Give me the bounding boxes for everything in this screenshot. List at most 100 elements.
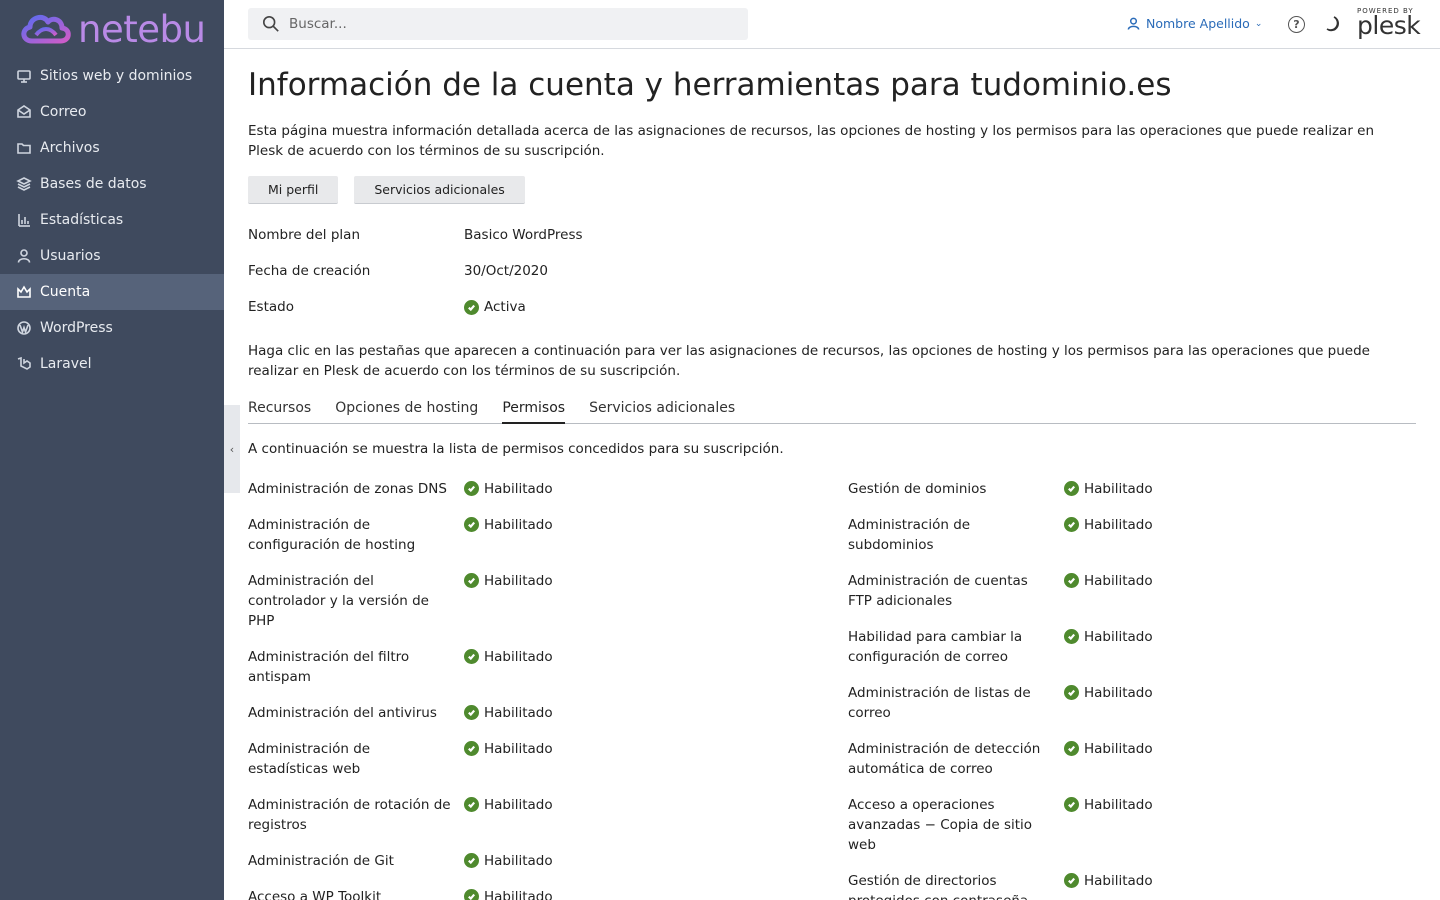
permission-label: Administración del antivirus [248, 705, 437, 721]
sidebar-item-sitios-web-y-dominios[interactable]: Sitios web y dominios [0, 58, 224, 94]
sidebar-collapse-button[interactable]: ‹ [224, 405, 240, 493]
sidebar-item-archivos[interactable]: Archivos [0, 130, 224, 166]
moon-icon[interactable] [1323, 15, 1341, 33]
main-content: Información de la cuenta y herramientas … [248, 49, 1416, 900]
permission-label: Administración de zonas DNS [248, 481, 447, 497]
permission-label: Administración de Git [248, 853, 394, 869]
brand-logo[interactable]: netebu [0, 0, 224, 58]
my-profile-button[interactable]: Mi perfil [248, 176, 339, 204]
sidebar-item-laravel[interactable]: Laravel [0, 346, 224, 382]
permission-value: Habilitado [464, 479, 553, 499]
permission-row: Gestión de directorios protegidos con co… [848, 871, 1408, 900]
search-box[interactable] [248, 8, 748, 40]
permission-status: Habilitado [484, 741, 553, 757]
permissions-intro: A continuación se muestra la lista de pe… [248, 441, 784, 457]
plesk-logo: POWERED BY plesk [1357, 7, 1421, 40]
tabs-intro: Haga clic en las pestañas que aparecen a… [248, 343, 1370, 379]
permission-label: Administración de subdominios [848, 517, 971, 553]
plesk-wordmark: plesk [1357, 11, 1421, 40]
sidebar-item-label: Estadísticas [40, 212, 124, 228]
additional-services-button[interactable]: Servicios adicionales [354, 176, 525, 204]
permission-status: Habilitado [484, 573, 553, 589]
status-text: Activa [484, 299, 526, 315]
permission-status: Habilitado [1084, 517, 1153, 533]
permission-status: Habilitado [484, 853, 553, 869]
created-row: Fecha de creación 30/Oct/2020 [248, 259, 583, 295]
check-circle-icon [464, 853, 479, 868]
check-circle-icon [464, 741, 479, 756]
monitor-icon [15, 68, 32, 85]
permission-value: Habilitado [1064, 871, 1153, 900]
sidebar-item-cuenta[interactable]: Cuenta [0, 274, 224, 310]
permission-status: Habilitado [484, 889, 553, 900]
permission-value: Habilitado [464, 515, 553, 555]
check-circle-icon [1064, 481, 1079, 496]
tab-opciones-de-hosting[interactable]: Opciones de hosting [335, 399, 478, 424]
permission-status: Habilitado [1084, 797, 1153, 813]
check-circle-icon [1064, 629, 1079, 644]
check-circle-icon [464, 481, 479, 496]
permission-value: Habilitado [464, 571, 553, 631]
permission-value: Habilitado [464, 795, 553, 835]
sidebar-item-label: Usuarios [40, 248, 101, 264]
help-icon[interactable]: ? [1288, 16, 1305, 33]
permission-label: Acceso a WP Toolkit [248, 889, 382, 900]
permission-label: Administración de estadísticas web [248, 741, 371, 777]
permission-row: Administración de cuentas FTP adicionale… [848, 571, 1408, 611]
permission-label: Administración de configuración de hosti… [248, 517, 416, 553]
sidebar-item-label: WordPress [40, 320, 113, 336]
sidebar: netebu Sitios web y dominios Correo Archiv… [0, 0, 224, 900]
sidebar-item-correo[interactable]: Correo [0, 94, 224, 130]
permission-value: Habilitado [464, 647, 553, 687]
sidebar-item-estadísticas[interactable]: Estadísticas [0, 202, 224, 238]
search-icon [262, 15, 279, 32]
check-circle-icon [1064, 797, 1079, 812]
permission-status: Habilitado [484, 481, 553, 497]
permission-row: Acceso a operaciones avanzadas − Copia d… [848, 795, 1408, 855]
permission-status: Habilitado [1084, 873, 1153, 889]
sidebar-item-bases-de-datos[interactable]: Bases de datos [0, 166, 224, 202]
permission-row: Administración de configuración de hosti… [248, 515, 808, 555]
check-circle-icon [1064, 741, 1079, 756]
sidebar-nav: Sitios web y dominios Correo Archivos Bases… [0, 58, 224, 382]
permission-value: Habilitado [1064, 795, 1153, 855]
tab-servicios-adicionales[interactable]: Servicios adicionales [589, 399, 735, 424]
permission-row: Gestión de dominios Habilitado [848, 479, 1408, 499]
permission-label: Administración del filtro antispam [248, 649, 410, 685]
crown-icon [15, 284, 32, 301]
permissions-right-column: Gestión de dominios Habilitado Administrac… [848, 479, 1408, 900]
permission-row: Administración de rotación de registros H… [248, 795, 808, 835]
permission-row: Administración de Git Habilitado [248, 851, 808, 871]
permission-status: Habilitado [1084, 685, 1153, 701]
user-menu[interactable]: Nombre Apellido ⌄ [1127, 16, 1262, 31]
sidebar-item-usuarios[interactable]: Usuarios [0, 238, 224, 274]
subscription-info: Nombre del plan Basico WordPress Fecha d… [248, 223, 583, 331]
permission-label: Gestión de dominios [848, 481, 987, 497]
permission-row: Administración de estadísticas web Habili… [248, 739, 808, 779]
permission-row: Habilidad para cambiar la configuración … [848, 627, 1408, 667]
status-label: Estado [248, 299, 294, 315]
permission-status: Habilitado [1084, 741, 1153, 757]
permission-row: Administración de zonas DNS Habilitado [248, 479, 808, 499]
check-circle-icon [464, 573, 479, 588]
permission-status: Habilitado [1084, 481, 1153, 497]
permission-row: Acceso a WP Toolkit Habilitado [248, 887, 808, 900]
action-buttons: Mi perfil Servicios adicionales [248, 176, 525, 204]
check-circle-icon [1064, 573, 1079, 588]
user-icon [1127, 17, 1140, 30]
search-input[interactable] [289, 16, 729, 32]
sidebar-item-label: Cuenta [40, 284, 91, 300]
tab-bar: Recursos Opciones de hosting Permisos Servi… [248, 399, 1416, 424]
tab-recursos[interactable]: Recursos [248, 399, 311, 424]
permission-label: Acceso a operaciones avanzadas − Copia d… [848, 797, 1033, 853]
check-circle-icon [464, 705, 479, 720]
sidebar-item-label: Sitios web y dominios [40, 68, 193, 84]
permission-row: Administración del antivirus Habilitado [248, 703, 808, 723]
permission-status: Habilitado [1084, 573, 1153, 589]
tab-permisos[interactable]: Permisos [502, 399, 566, 424]
permissions-left-column: Administración de zonas DNS Habilitado Adm… [248, 479, 808, 900]
check-circle-icon [1064, 685, 1079, 700]
page-intro: Esta página muestra información detallad… [248, 123, 1375, 159]
sidebar-item-wordpress[interactable]: WordPress [0, 310, 224, 346]
permission-value: Habilitado [464, 739, 553, 779]
